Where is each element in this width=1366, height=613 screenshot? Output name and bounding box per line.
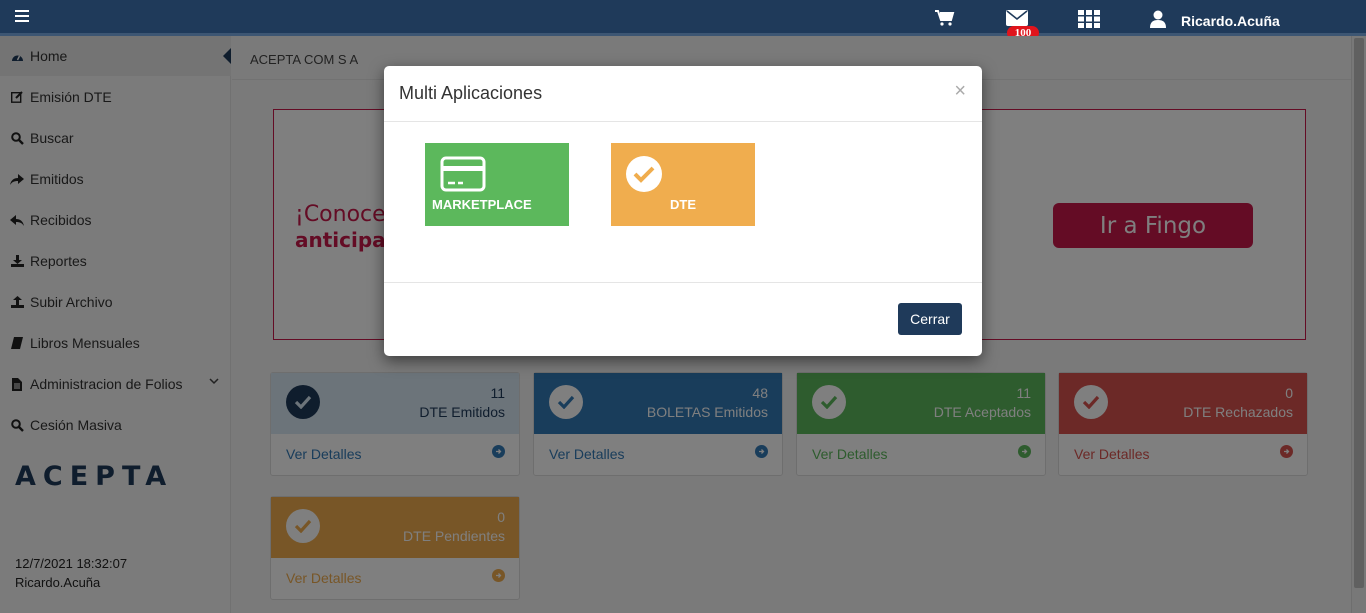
multi-aplicaciones-modal: Multi Aplicaciones × MARKETPLACE DTE Cer… bbox=[384, 66, 982, 356]
user-icon[interactable] bbox=[1150, 10, 1166, 28]
tile-label: MARKETPLACE bbox=[432, 197, 532, 212]
cart-icon[interactable] bbox=[935, 10, 955, 26]
divider bbox=[384, 282, 982, 283]
top-navbar: 100 Ricardo.Acuña bbox=[0, 0, 1366, 40]
check-circle-icon bbox=[626, 156, 662, 192]
apps-grid-icon[interactable] bbox=[1078, 10, 1100, 28]
dte-tile[interactable]: DTE bbox=[611, 143, 755, 226]
mail-icon[interactable] bbox=[1006, 10, 1028, 26]
close-icon[interactable]: × bbox=[954, 80, 966, 103]
cerrar-button[interactable]: Cerrar bbox=[898, 303, 962, 335]
marketplace-tile[interactable]: MARKETPLACE bbox=[425, 143, 569, 226]
divider bbox=[384, 121, 982, 122]
tile-label: DTE bbox=[670, 197, 696, 212]
modal-title: Multi Aplicaciones bbox=[399, 83, 543, 103]
username-link[interactable]: Ricardo.Acuña bbox=[1181, 13, 1280, 29]
credit-card-icon bbox=[440, 156, 486, 192]
menu-toggle-icon[interactable] bbox=[15, 10, 29, 22]
